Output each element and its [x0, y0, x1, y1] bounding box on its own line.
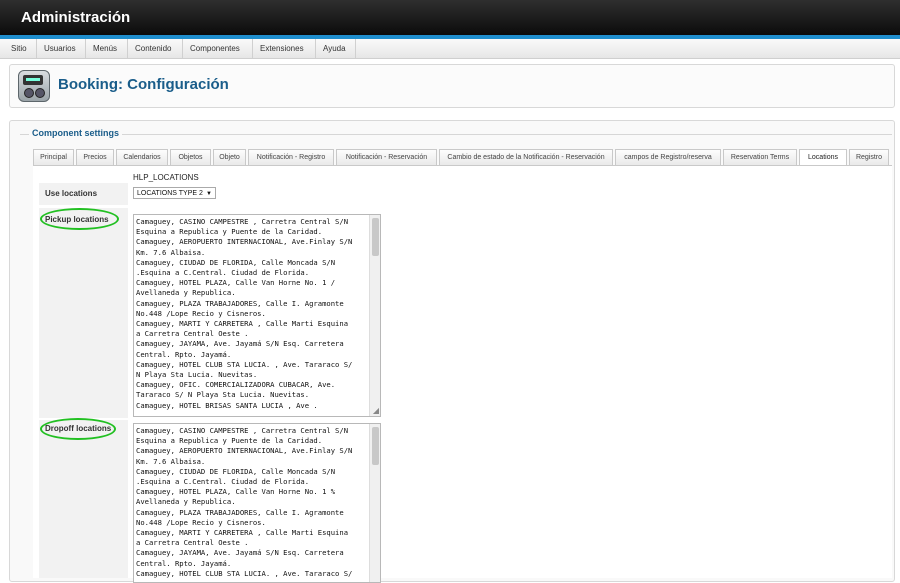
dropoff-scrollbar[interactable]: [369, 424, 380, 582]
menu-item-extensiones[interactable]: Extensiones: [253, 39, 316, 58]
tab-registro[interactable]: Registro: [849, 149, 889, 165]
resize-grip-icon[interactable]: ◢: [373, 406, 379, 415]
tab-notificacion-registro[interactable]: Notificación - Registro: [248, 149, 334, 165]
admin-header-bar: Administración: [0, 0, 900, 35]
menu-item-ayuda[interactable]: Ayuda: [316, 39, 356, 58]
dropoff-locations-textarea[interactable]: Camaguey, CASINO CAMPESTRE , Carretra Ce…: [133, 423, 381, 583]
page-header: Booking: Configuración: [9, 64, 895, 108]
tab-principal[interactable]: Principal: [33, 149, 74, 165]
booking-app-icon: [18, 70, 50, 102]
help-key-text: HLP_LOCATIONS: [133, 173, 199, 182]
menu-item-componentes[interactable]: Componentes: [183, 39, 253, 58]
chevron-down-icon: ▼: [206, 191, 212, 197]
tab-objetos[interactable]: Objetos: [170, 149, 211, 165]
settings-legend: Component settings: [29, 128, 122, 138]
tab-objeto[interactable]: Objeto: [213, 149, 246, 165]
tab-notificacion-reservacion[interactable]: Notificación - Reservación: [336, 149, 437, 165]
menu-item-usuarios[interactable]: Usuarios: [37, 39, 86, 58]
tab-precios[interactable]: Precios: [76, 149, 114, 165]
main-menu-bar: Sitio Usuarios Menús Contenido Component…: [0, 39, 900, 59]
admin-title: Administración: [21, 9, 131, 26]
menu-item-menus[interactable]: Menús: [86, 39, 128, 58]
tab-cambio-estado-notificacion[interactable]: Cambio de estado de la Notificación - Re…: [439, 149, 613, 165]
tab-campos-registro-reserva[interactable]: campos de Registro/reserva: [615, 149, 721, 165]
use-locations-label: Use locations: [45, 189, 98, 198]
tab-reservation-terms[interactable]: Reservation Terms: [723, 149, 797, 165]
tab-locations[interactable]: Locations: [799, 149, 847, 166]
pickup-locations-textarea[interactable]: Camaguey, CASINO CAMPESTRE , Carretra Ce…: [133, 214, 381, 417]
pickup-scrollbar[interactable]: [369, 215, 380, 416]
page-title: Booking: Configuración: [58, 76, 229, 93]
tab-calendarios[interactable]: Calendarios: [116, 149, 168, 165]
pickup-annotation-circle: [40, 208, 119, 230]
menu-item-sitio[interactable]: Sitio: [4, 39, 37, 58]
dropoff-annotation-circle: [40, 418, 116, 440]
use-locations-select[interactable]: LOCATIONS TYPE 2 ▼: [133, 187, 216, 199]
menu-item-contenido[interactable]: Contenido: [128, 39, 183, 58]
